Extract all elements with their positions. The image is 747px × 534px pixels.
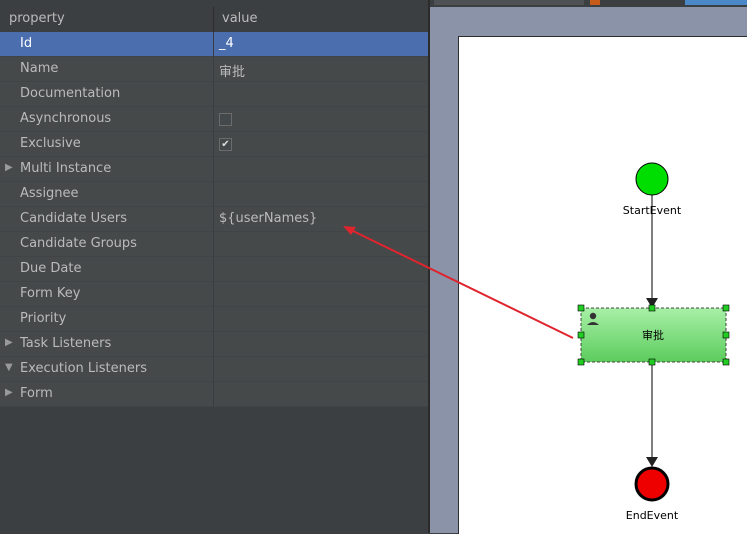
cell-separator: [213, 357, 214, 381]
property-value[interactable]: _4: [219, 36, 234, 51]
property-name: Candidate Groups: [20, 236, 137, 251]
file-icon: [590, 0, 600, 5]
property-name: Documentation: [20, 86, 121, 101]
cell-separator: [213, 57, 214, 81]
user-task-label: 审批: [642, 328, 664, 342]
property-checkbox[interactable]: [219, 113, 232, 126]
property-name: Execution Listeners: [20, 361, 148, 376]
cell-separator: [213, 182, 214, 206]
property-name: Form: [20, 386, 53, 401]
cell-separator: [213, 157, 214, 181]
editor-tab[interactable]: [434, 0, 584, 5]
property-row[interactable]: ▶ Task Listeners: [0, 332, 428, 357]
property-name: Assignee: [20, 186, 79, 201]
cell-separator: [213, 382, 214, 406]
expand-right-icon[interactable]: ▶: [5, 162, 13, 173]
property-name: Exclusive: [20, 136, 81, 151]
property-row[interactable]: Due Date: [0, 257, 428, 282]
expand-down-icon[interactable]: ▼: [5, 362, 13, 373]
properties-panel: property value Id _4 Name 审批 Documentation As…: [0, 0, 428, 533]
panel-top-strip: [0, 0, 428, 7]
properties-table-header: property value: [0, 7, 428, 33]
diagram-canvas[interactable]: StartEvent 审批 EndEvent: [458, 36, 747, 534]
property-row[interactable]: ▶ Form: [0, 382, 428, 407]
property-checkbox[interactable]: ✔: [219, 138, 232, 151]
property-name: Id: [20, 36, 33, 51]
property-row[interactable]: Asynchronous: [0, 107, 428, 132]
property-name: Candidate Users: [20, 211, 127, 226]
property-row[interactable]: ▼ Execution Listeners: [0, 357, 428, 382]
property-row[interactable]: Id _4: [0, 32, 428, 57]
property-name: Multi Instance: [20, 161, 112, 176]
property-name: Priority: [20, 311, 67, 326]
editor-tabs-strip: [430, 0, 747, 7]
property-name: Asynchronous: [20, 111, 112, 126]
bpmn-diagram: StartEvent 审批 EndEvent: [577, 162, 730, 522]
property-row[interactable]: Exclusive ✔: [0, 132, 428, 157]
property-name: Task Listeners: [20, 336, 112, 351]
cell-separator: [213, 332, 214, 356]
active-tab-indicator[interactable]: [685, 0, 747, 5]
property-name: Form Key: [20, 286, 81, 301]
start-event-label: StartEvent: [623, 204, 682, 217]
property-row[interactable]: Candidate Groups: [0, 232, 428, 257]
cell-separator: [213, 307, 214, 331]
property-column-header[interactable]: property: [9, 11, 65, 26]
cell-separator: [213, 82, 214, 106]
cell-separator: [213, 282, 214, 306]
properties-rows: Id _4 Name 审批 Documentation Asynchronous Exclu…: [0, 32, 428, 407]
flow-arrowhead: [646, 457, 658, 467]
property-name: Name: [20, 61, 59, 76]
cell-separator: [213, 32, 214, 56]
diagram-editor: StartEvent 审批 EndEvent: [430, 0, 747, 534]
property-value[interactable]: ${userNames}: [219, 211, 317, 226]
cell-separator: [213, 107, 214, 131]
panel-empty-area: [0, 407, 428, 533]
property-row[interactable]: Candidate Users ${userNames}: [0, 207, 428, 232]
cell-separator: [213, 132, 214, 156]
end-event-label: EndEvent: [626, 509, 679, 522]
property-row[interactable]: Assignee: [0, 182, 428, 207]
property-row[interactable]: Form Key: [0, 282, 428, 307]
cell-separator: [213, 207, 214, 231]
expand-right-icon[interactable]: ▶: [5, 387, 13, 398]
property-row[interactable]: Name 审批: [0, 57, 428, 82]
value-column-header[interactable]: value: [222, 11, 258, 26]
expand-right-icon[interactable]: ▶: [5, 337, 13, 348]
start-event[interactable]: [635, 162, 669, 196]
column-separator[interactable]: [213, 7, 214, 32]
property-value[interactable]: 审批: [219, 61, 245, 80]
property-row[interactable]: Documentation: [0, 82, 428, 107]
end-event[interactable]: [634, 466, 670, 502]
property-name: Due Date: [20, 261, 82, 276]
cell-separator: [213, 232, 214, 256]
cell-separator: [213, 257, 214, 281]
property-row[interactable]: ▶ Multi Instance: [0, 157, 428, 182]
property-row[interactable]: Priority: [0, 307, 428, 332]
